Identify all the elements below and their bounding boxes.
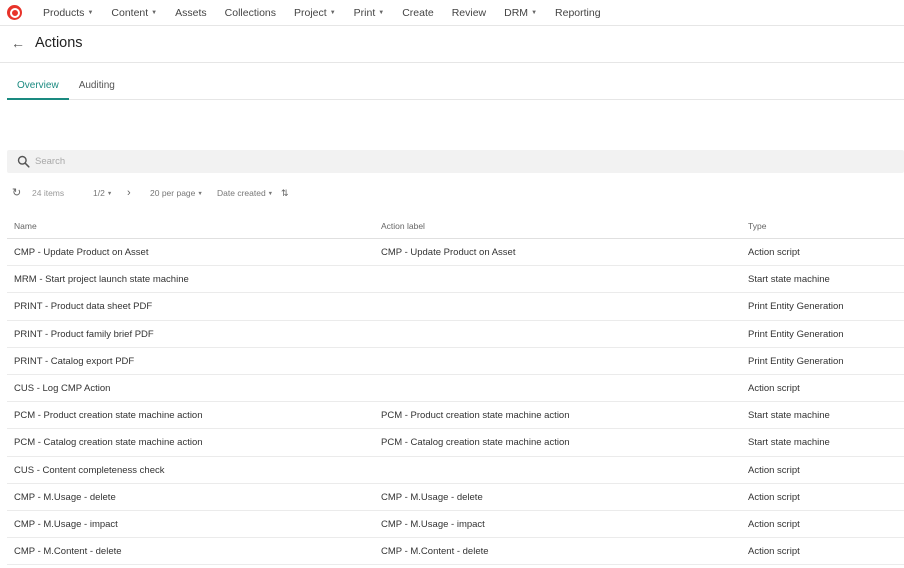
cell-type: Print Entity Generation: [748, 355, 844, 367]
back-arrow-icon[interactable]: ←: [11, 34, 27, 52]
cell-type: Start state machine: [748, 410, 830, 422]
cell-name: MRM - Start project launch state machine: [14, 274, 189, 286]
search-bar: [7, 150, 904, 173]
cell-name: CMP - M.Content - delete: [14, 546, 122, 558]
per-page-label: 20 per page: [150, 188, 196, 198]
nav-item-create[interactable]: Create: [393, 0, 443, 26]
nav-item-label: Reporting: [555, 7, 601, 19]
chevron-down-icon: ▼: [531, 10, 538, 16]
table-row[interactable]: PRINT - Product data sheet PDF Print Enti…: [7, 293, 904, 321]
list-toolbar: ↻ 24 items 1/2 ▼ › 20 per page ▼ Date crea…: [0, 184, 904, 202]
cell-name: CMP - M.Usage - delete: [14, 491, 116, 503]
tab-auditing[interactable]: Auditing: [69, 73, 125, 100]
cell-type: Action script: [748, 491, 800, 503]
table-row[interactable]: PCM - Catalog creation state machine act…: [7, 429, 904, 457]
table-row[interactable]: CMP - Update Product on Asset CMP - Updat…: [7, 239, 904, 267]
page-title: Actions: [35, 35, 83, 51]
nav-item-assets[interactable]: Assets: [166, 0, 216, 26]
cell-type: Start state machine: [748, 437, 830, 449]
nav-item-label: Content: [111, 7, 149, 19]
search-input[interactable]: [35, 150, 895, 173]
cell-action-label: CMP - M.Content - delete: [381, 546, 489, 558]
cell-name: CUS - Content completeness check: [14, 464, 165, 476]
table-row[interactable]: CMP - M.Usage - impact CMP - M.Usage - im…: [7, 511, 904, 539]
cell-name: CMP - Update Product on Asset: [14, 247, 149, 258]
page-selector[interactable]: 1/2 ▼: [93, 184, 112, 202]
table-row[interactable]: CUS - Log CMP Action Action script: [7, 375, 904, 403]
cell-action-label: CMP - M.Usage - delete: [381, 491, 483, 503]
nav-item-project[interactable]: Project ▼: [285, 0, 345, 26]
table-row[interactable]: PRINT - Product family brief PDF Print En…: [7, 321, 904, 348]
nav-menu: Products ▼ Content ▼ Assets Collections Projec…: [34, 0, 610, 26]
actions-table: Name Action label Type CMP - Update Prod…: [7, 212, 904, 566]
chevron-down-icon: ▼: [151, 10, 158, 16]
next-page-icon[interactable]: ›: [127, 184, 131, 202]
nav-item-collections[interactable]: Collections: [216, 0, 285, 26]
nav-item-label: Assets: [175, 7, 207, 19]
table-row[interactable]: CMP - M.Usage - delete CMP - M.Usage - de…: [7, 484, 904, 511]
chevron-down-icon: ▼: [329, 10, 336, 16]
table-row[interactable]: PCM - Product creation state machine act…: [7, 402, 904, 430]
nav-item-drm[interactable]: DRM ▼: [495, 0, 546, 26]
title-bar: ← Actions: [0, 26, 904, 63]
chevron-down-icon: ▼: [378, 10, 385, 16]
cell-name: PRINT - Product family brief PDF: [14, 328, 154, 340]
cell-action-label: CMP - M.Usage - impact: [381, 518, 485, 530]
cell-type: Print Entity Generation: [748, 328, 844, 340]
chevron-down-icon: ▼: [267, 191, 274, 197]
cell-name: PCM - Product creation state machine act…: [14, 410, 203, 422]
cell-type: Action script: [748, 247, 800, 258]
chevron-down-icon: ▼: [87, 10, 94, 16]
cell-type: Action script: [748, 546, 800, 558]
nav-item-label: Products: [43, 7, 85, 19]
chevron-down-icon: ▼: [197, 191, 203, 197]
cell-name: CUS - Log CMP Action: [14, 382, 111, 394]
nav-item-label: Collections: [224, 7, 276, 19]
table-header: Name Action label Type: [7, 212, 904, 239]
nav-item-content[interactable]: Content ▼: [102, 0, 166, 26]
app-logo[interactable]: [7, 5, 22, 20]
table-body: CMP - Update Product on Asset CMP - Updat…: [7, 239, 904, 566]
nav-item-label: Create: [402, 7, 434, 19]
cell-type: Action script: [748, 382, 800, 394]
cell-type: Action script: [748, 464, 800, 476]
page-indicator: 1/2: [93, 188, 105, 198]
nav-item-label: DRM: [504, 7, 529, 19]
chevron-down-icon: ▼: [106, 191, 113, 197]
search-icon: [17, 155, 30, 168]
cell-type: Action script: [748, 518, 800, 530]
sort-selector[interactable]: Date created ▼: [217, 184, 273, 202]
table-row[interactable]: CMP - M.Content - delete CMP - M.Content …: [7, 538, 904, 566]
refresh-icon[interactable]: ↻: [12, 184, 21, 202]
table-row[interactable]: PRINT - Catalog export PDF Print Entity G…: [7, 348, 904, 375]
cell-type: Start state machine: [748, 274, 830, 286]
tab-overview[interactable]: Overview: [7, 73, 69, 100]
sort-direction-icon[interactable]: ⇅: [281, 184, 289, 202]
items-count: 24 items: [32, 188, 65, 198]
nav-item-label: Review: [451, 7, 487, 19]
per-page-selector[interactable]: 20 per page ▼: [150, 184, 203, 202]
top-navigation: Products ▼ Content ▼ Assets Collections Projec…: [0, 0, 904, 26]
cell-name: CMP - M.Usage - impact: [14, 518, 118, 530]
nav-item-label: Print: [353, 7, 376, 19]
cell-name: PRINT - Catalog export PDF: [14, 355, 135, 367]
nav-item-print[interactable]: Print ▼: [345, 0, 394, 26]
cell-name: PCM - Catalog creation state machine act…: [14, 437, 203, 449]
nav-item-label: Project: [294, 7, 327, 19]
table-row[interactable]: CUS - Content completeness check Action s…: [7, 457, 904, 484]
column-header-name[interactable]: Name: [14, 221, 37, 231]
nav-item-reporting[interactable]: Reporting: [546, 0, 610, 26]
cell-name: PRINT - Product data sheet PDF: [14, 301, 153, 313]
tab-bar: Overview Auditing: [7, 73, 904, 100]
cell-action-label: PCM - Product creation state machine act…: [381, 410, 570, 422]
table-row[interactable]: MRM - Start project launch state machine…: [7, 266, 904, 294]
column-header-type[interactable]: Type: [748, 221, 766, 231]
column-header-action-label[interactable]: Action label: [381, 221, 425, 231]
cell-type: Print Entity Generation: [748, 301, 844, 313]
nav-item-products[interactable]: Products ▼: [34, 0, 102, 26]
cell-action-label: PCM - Catalog creation state machine act…: [381, 437, 570, 449]
nav-item-review[interactable]: Review: [443, 0, 495, 26]
sort-label: Date created: [217, 188, 266, 198]
cell-action-label: CMP - Update Product on Asset: [381, 247, 516, 258]
